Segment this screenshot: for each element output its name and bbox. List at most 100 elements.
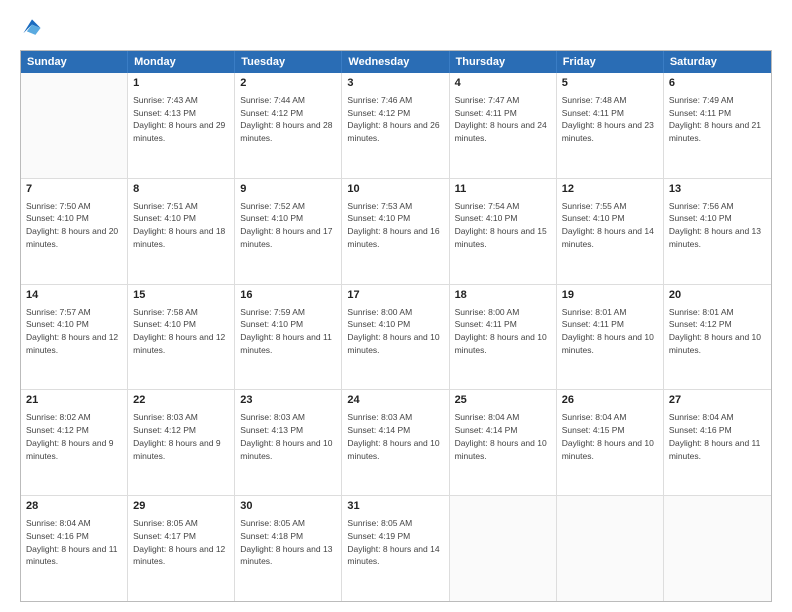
header-day-saturday: Saturday (664, 51, 771, 73)
calendar-cell: 16Sunrise: 7:59 AMSunset: 4:10 PMDayligh… (235, 285, 342, 390)
cell-details: Sunrise: 8:05 AMSunset: 4:18 PMDaylight:… (240, 517, 336, 568)
calendar-cell: 21 Sunrise: 8:02 AMSunset: 4:12 PMDayligh… (21, 390, 128, 495)
day-number: 6 (669, 76, 766, 92)
cell-details: Sunrise: 8:03 AMSunset: 4:14 PMDaylight:… (347, 411, 443, 462)
calendar-cell (21, 73, 128, 178)
calendar-cell: 2Sunrise: 7:44 AMSunset: 4:12 PMDaylight… (235, 73, 342, 178)
calendar-cell: 17 Sunrise: 8:00 AMSunset: 4:10 PMDayligh… (342, 285, 449, 390)
cell-details: Sunrise: 7:50 AMSunset: 4:10 PMDaylight:… (26, 200, 122, 251)
day-number: 29 (133, 499, 229, 515)
cell-details: Sunrise: 7:44 AMSunset: 4:12 PMDaylight:… (240, 94, 336, 145)
cell-details: Sunrise: 8:01 AMSunset: 4:11 PMDaylight:… (562, 306, 658, 357)
cell-details: Sunrise: 8:05 AMSunset: 4:17 PMDaylight:… (133, 517, 229, 568)
day-number: 30 (240, 499, 336, 515)
calendar-cell: 4Sunrise: 7:47 AMSunset: 4:11 PMDaylight… (450, 73, 557, 178)
cell-details: Sunrise: 7:46 AMSunset: 4:12 PMDaylight:… (347, 94, 443, 145)
calendar-cell: 29 Sunrise: 8:05 AMSunset: 4:17 PMDayligh… (128, 496, 235, 601)
cell-details: Sunrise: 7:48 AMSunset: 4:11 PMDaylight:… (562, 94, 658, 145)
cell-details: Sunrise: 8:00 AMSunset: 4:11 PMDaylight:… (455, 306, 551, 357)
day-number: 25 (455, 393, 551, 409)
calendar-container: SundayMondayTuesdayWednesdayThursdayFrid… (20, 50, 772, 602)
calendar-cell: 13 Sunrise: 7:56 AMSunset: 4:10 PMDayligh… (664, 179, 771, 284)
day-number: 27 (669, 393, 766, 409)
day-number: 4 (455, 76, 551, 92)
calendar-row: 21 Sunrise: 8:02 AMSunset: 4:12 PMDayligh… (21, 390, 771, 496)
calendar-cell: 27 Sunrise: 8:04 AMSunset: 4:16 PMDayligh… (664, 390, 771, 495)
header-day-wednesday: Wednesday (342, 51, 449, 73)
day-number: 13 (669, 182, 766, 198)
cell-details: Sunrise: 8:04 AMSunset: 4:16 PMDaylight:… (669, 411, 766, 462)
cell-details: Sunrise: 8:02 AMSunset: 4:12 PMDaylight:… (26, 411, 122, 462)
calendar-row: 7 Sunrise: 7:50 AMSunset: 4:10 PMDaylight… (21, 179, 771, 285)
day-number: 21 (26, 393, 122, 409)
day-number: 9 (240, 182, 336, 198)
logo (20, 16, 48, 40)
cell-details: Sunrise: 7:58 AMSunset: 4:10 PMDaylight:… (133, 306, 229, 357)
calendar-header: SundayMondayTuesdayWednesdayThursdayFrid… (21, 51, 771, 73)
header-day-friday: Friday (557, 51, 664, 73)
cell-details: Sunrise: 8:01 AMSunset: 4:12 PMDaylight:… (669, 306, 766, 357)
day-number: 10 (347, 182, 443, 198)
cell-details: Sunrise: 7:57 AMSunset: 4:10 PMDaylight:… (26, 306, 122, 357)
day-number: 14 (26, 288, 122, 304)
calendar-row: 28Sunrise: 8:04 AMSunset: 4:16 PMDayligh… (21, 496, 771, 601)
cell-details: Sunrise: 7:56 AMSunset: 4:10 PMDaylight:… (669, 200, 766, 251)
calendar-cell: 18 Sunrise: 8:00 AMSunset: 4:11 PMDayligh… (450, 285, 557, 390)
day-number: 18 (455, 288, 551, 304)
day-number: 11 (455, 182, 551, 198)
day-number: 16 (240, 288, 336, 304)
calendar-body: 1Sunrise: 7:43 AMSunset: 4:13 PMDaylight… (21, 73, 771, 601)
day-number: 26 (562, 393, 658, 409)
day-number: 17 (347, 288, 443, 304)
calendar-cell: 22 Sunrise: 8:03 AMSunset: 4:12 PMDayligh… (128, 390, 235, 495)
day-number: 8 (133, 182, 229, 198)
calendar-cell: 3 Sunrise: 7:46 AMSunset: 4:12 PMDaylight… (342, 73, 449, 178)
calendar-cell: 26 Sunrise: 8:04 AMSunset: 4:15 PMDayligh… (557, 390, 664, 495)
header-day-monday: Monday (128, 51, 235, 73)
cell-details: Sunrise: 8:00 AMSunset: 4:10 PMDaylight:… (347, 306, 443, 357)
cell-details: Sunrise: 8:03 AMSunset: 4:13 PMDaylight:… (240, 411, 336, 462)
calendar-cell: 7 Sunrise: 7:50 AMSunset: 4:10 PMDaylight… (21, 179, 128, 284)
day-number: 19 (562, 288, 658, 304)
cell-details: Sunrise: 7:51 AMSunset: 4:10 PMDaylight:… (133, 200, 229, 251)
cell-details: Sunrise: 8:04 AMSunset: 4:15 PMDaylight:… (562, 411, 658, 462)
cell-details: Sunrise: 7:53 AMSunset: 4:10 PMDaylight:… (347, 200, 443, 251)
day-number: 24 (347, 393, 443, 409)
calendar-row: 1Sunrise: 7:43 AMSunset: 4:13 PMDaylight… (21, 73, 771, 179)
header-day-thursday: Thursday (450, 51, 557, 73)
calendar-cell: 9 Sunrise: 7:52 AMSunset: 4:10 PMDaylight… (235, 179, 342, 284)
calendar-cell: 30 Sunrise: 8:05 AMSunset: 4:18 PMDayligh… (235, 496, 342, 601)
cell-details: Sunrise: 7:52 AMSunset: 4:10 PMDaylight:… (240, 200, 336, 251)
calendar-cell: 1Sunrise: 7:43 AMSunset: 4:13 PMDaylight… (128, 73, 235, 178)
calendar-cell: 23 Sunrise: 8:03 AMSunset: 4:13 PMDayligh… (235, 390, 342, 495)
calendar-cell: 8 Sunrise: 7:51 AMSunset: 4:10 PMDaylight… (128, 179, 235, 284)
day-number: 20 (669, 288, 766, 304)
calendar-cell: 24 Sunrise: 8:03 AMSunset: 4:14 PMDayligh… (342, 390, 449, 495)
cell-details: Sunrise: 7:49 AMSunset: 4:11 PMDaylight:… (669, 94, 766, 145)
cell-details: Sunrise: 8:04 AMSunset: 4:16 PMDaylight:… (26, 517, 122, 568)
calendar-row: 14 Sunrise: 7:57 AMSunset: 4:10 PMDayligh… (21, 285, 771, 391)
calendar-cell: 14 Sunrise: 7:57 AMSunset: 4:10 PMDayligh… (21, 285, 128, 390)
logo-icon (20, 16, 44, 40)
calendar-cell: 15Sunrise: 7:58 AMSunset: 4:10 PMDayligh… (128, 285, 235, 390)
calendar-cell: 5 Sunrise: 7:48 AMSunset: 4:11 PMDaylight… (557, 73, 664, 178)
day-number: 22 (133, 393, 229, 409)
day-number: 5 (562, 76, 658, 92)
calendar-cell: 6 Sunrise: 7:49 AMSunset: 4:11 PMDaylight… (664, 73, 771, 178)
header-day-tuesday: Tuesday (235, 51, 342, 73)
calendar-cell: 31Sunrise: 8:05 AMSunset: 4:19 PMDayligh… (342, 496, 449, 601)
cell-details: Sunrise: 7:43 AMSunset: 4:13 PMDaylight:… (133, 94, 229, 145)
calendar-cell (557, 496, 664, 601)
day-number: 3 (347, 76, 443, 92)
day-number: 7 (26, 182, 122, 198)
header (20, 16, 772, 40)
cell-details: Sunrise: 8:03 AMSunset: 4:12 PMDaylight:… (133, 411, 229, 462)
calendar-cell: 20 Sunrise: 8:01 AMSunset: 4:12 PMDayligh… (664, 285, 771, 390)
day-number: 23 (240, 393, 336, 409)
calendar-cell: 28Sunrise: 8:04 AMSunset: 4:16 PMDayligh… (21, 496, 128, 601)
day-number: 31 (347, 499, 443, 515)
calendar-cell: 10 Sunrise: 7:53 AMSunset: 4:10 PMDayligh… (342, 179, 449, 284)
header-day-sunday: Sunday (21, 51, 128, 73)
cell-details: Sunrise: 8:04 AMSunset: 4:14 PMDaylight:… (455, 411, 551, 462)
calendar-cell (664, 496, 771, 601)
